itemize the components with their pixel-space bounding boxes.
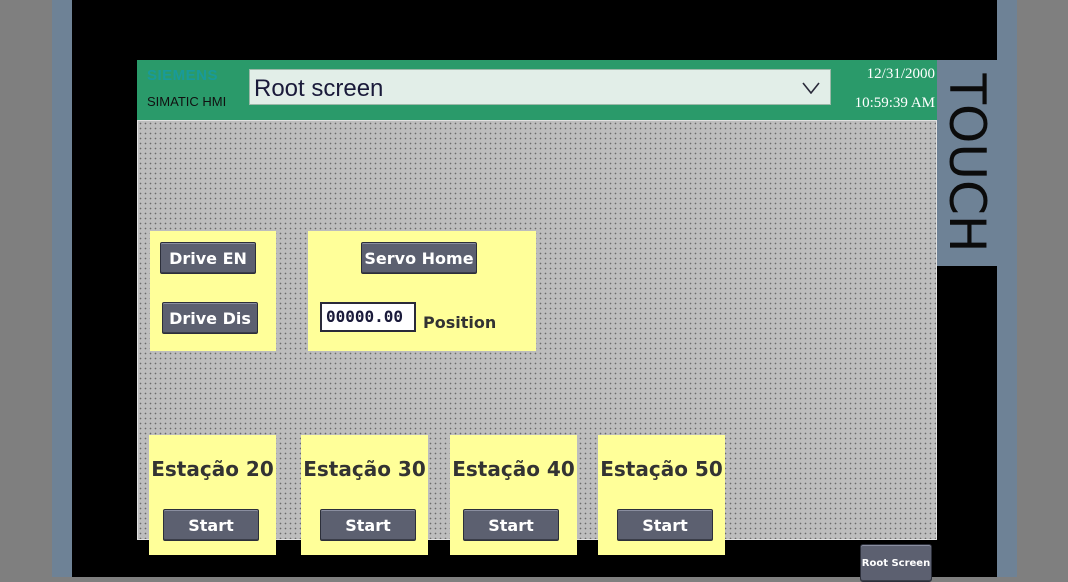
device-frame-right — [997, 0, 1017, 577]
station-title: Estação 40 — [452, 457, 575, 481]
station-50-start-button[interactable]: Start — [617, 509, 713, 541]
device-bezel-right — [1017, 0, 1068, 577]
station-panel-40: Estação 40 Start — [450, 435, 577, 555]
drive-disable-button[interactable]: Drive Dis — [162, 302, 258, 334]
work-area: Drive EN Drive Dis Servo Home 00000.00 P… — [137, 120, 937, 582]
root-screen-button[interactable]: Root Screen — [860, 544, 932, 582]
device-frame-left — [52, 0, 72, 577]
product-name: SIMATIC HMI — [147, 94, 227, 109]
touch-text: TOUCH — [938, 73, 996, 253]
servo-home-button[interactable]: Servo Home — [361, 242, 477, 274]
station-40-start-button[interactable]: Start — [463, 509, 559, 541]
position-label: Position — [423, 313, 497, 332]
station-title: Estação 30 — [303, 457, 426, 481]
station-panel-30: Estação 30 Start — [301, 435, 428, 555]
servo-panel: Servo Home 00000.00 Position — [308, 231, 536, 351]
station-panel-50: Estação 50 Start — [598, 435, 725, 555]
drive-panel: Drive EN Drive Dis — [150, 231, 276, 351]
hmi-screen: SIEMENS SIMATIC HMI Root screen 12/31/20… — [137, 60, 937, 582]
hmi-header: SIEMENS SIMATIC HMI Root screen 12/31/20… — [137, 60, 937, 120]
device-bezel-left — [0, 0, 52, 577]
drive-enable-button[interactable]: Drive EN — [160, 242, 256, 274]
screen-select-value: Root screen — [254, 75, 384, 102]
chevron-down-icon — [802, 82, 820, 94]
station-panel-20: Estação 20 Start — [149, 435, 276, 555]
station-title: Estação 20 — [151, 457, 274, 481]
time-display: 10:59:39 AM — [854, 95, 935, 111]
date-display: 12/31/2000 — [866, 66, 935, 82]
station-20-start-button[interactable]: Start — [163, 509, 259, 541]
touch-side-label: TOUCH — [937, 60, 997, 266]
screen-select-dropdown[interactable]: Root screen — [249, 69, 831, 105]
station-title: Estação 50 — [600, 457, 723, 481]
position-input[interactable]: 00000.00 — [320, 302, 416, 332]
station-30-start-button[interactable]: Start — [320, 509, 416, 541]
brand-logo: SIEMENS — [147, 67, 219, 84]
